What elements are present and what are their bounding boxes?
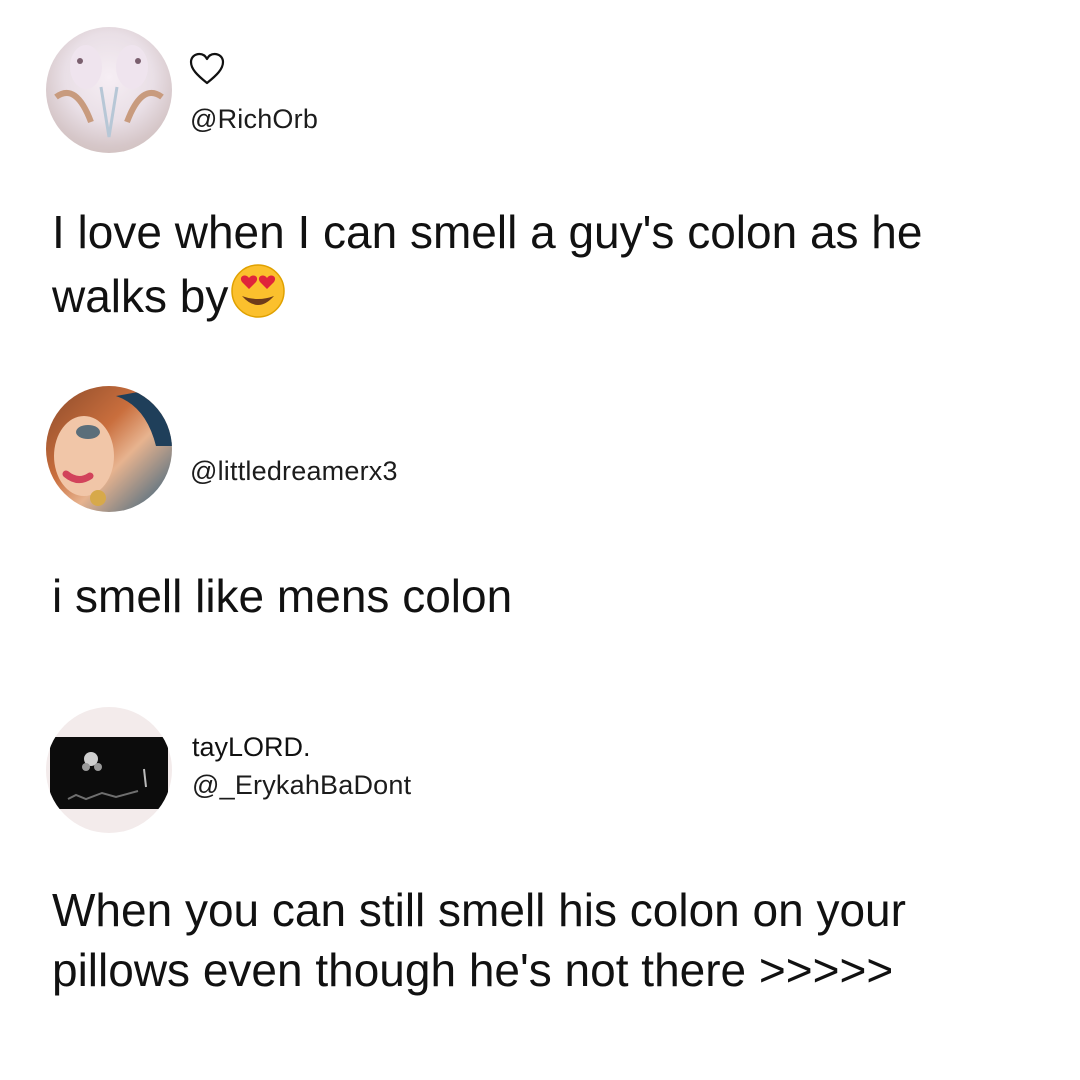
tweet-2: @littledreamerx3 i smell like mens colon [0, 360, 1080, 690]
tweet-1: @RichOrb I love when I can smell a guy's… [0, 0, 1080, 360]
handle[interactable]: @RichOrb [190, 104, 318, 135]
avatar[interactable] [46, 707, 172, 833]
avatar[interactable] [46, 386, 172, 512]
tweet-text: i smell like mens colon [52, 570, 513, 622]
avatar-image [54, 45, 164, 138]
handle[interactable]: @littledreamerx3 [190, 456, 398, 487]
avatar[interactable] [46, 27, 172, 153]
tweet-text: When you can still smell his colon on yo… [52, 884, 919, 996]
smiling-face-with-heart-eyes-icon [228, 262, 288, 334]
avatar-image [50, 737, 168, 809]
tweet-3: tayLORD. @_ErykahBaDont When you can sti… [0, 690, 1080, 1080]
avatar-image [54, 386, 172, 506]
tweet-text-content: I love when I can smell a guy's colon as… [52, 206, 936, 322]
heart-outline-icon[interactable] [189, 52, 225, 86]
display-name[interactable]: tayLORD. [192, 732, 311, 763]
tweet-text: I love when I can smell a guy's colon as… [52, 202, 1032, 334]
handle[interactable]: @_ErykahBaDont [192, 770, 411, 801]
